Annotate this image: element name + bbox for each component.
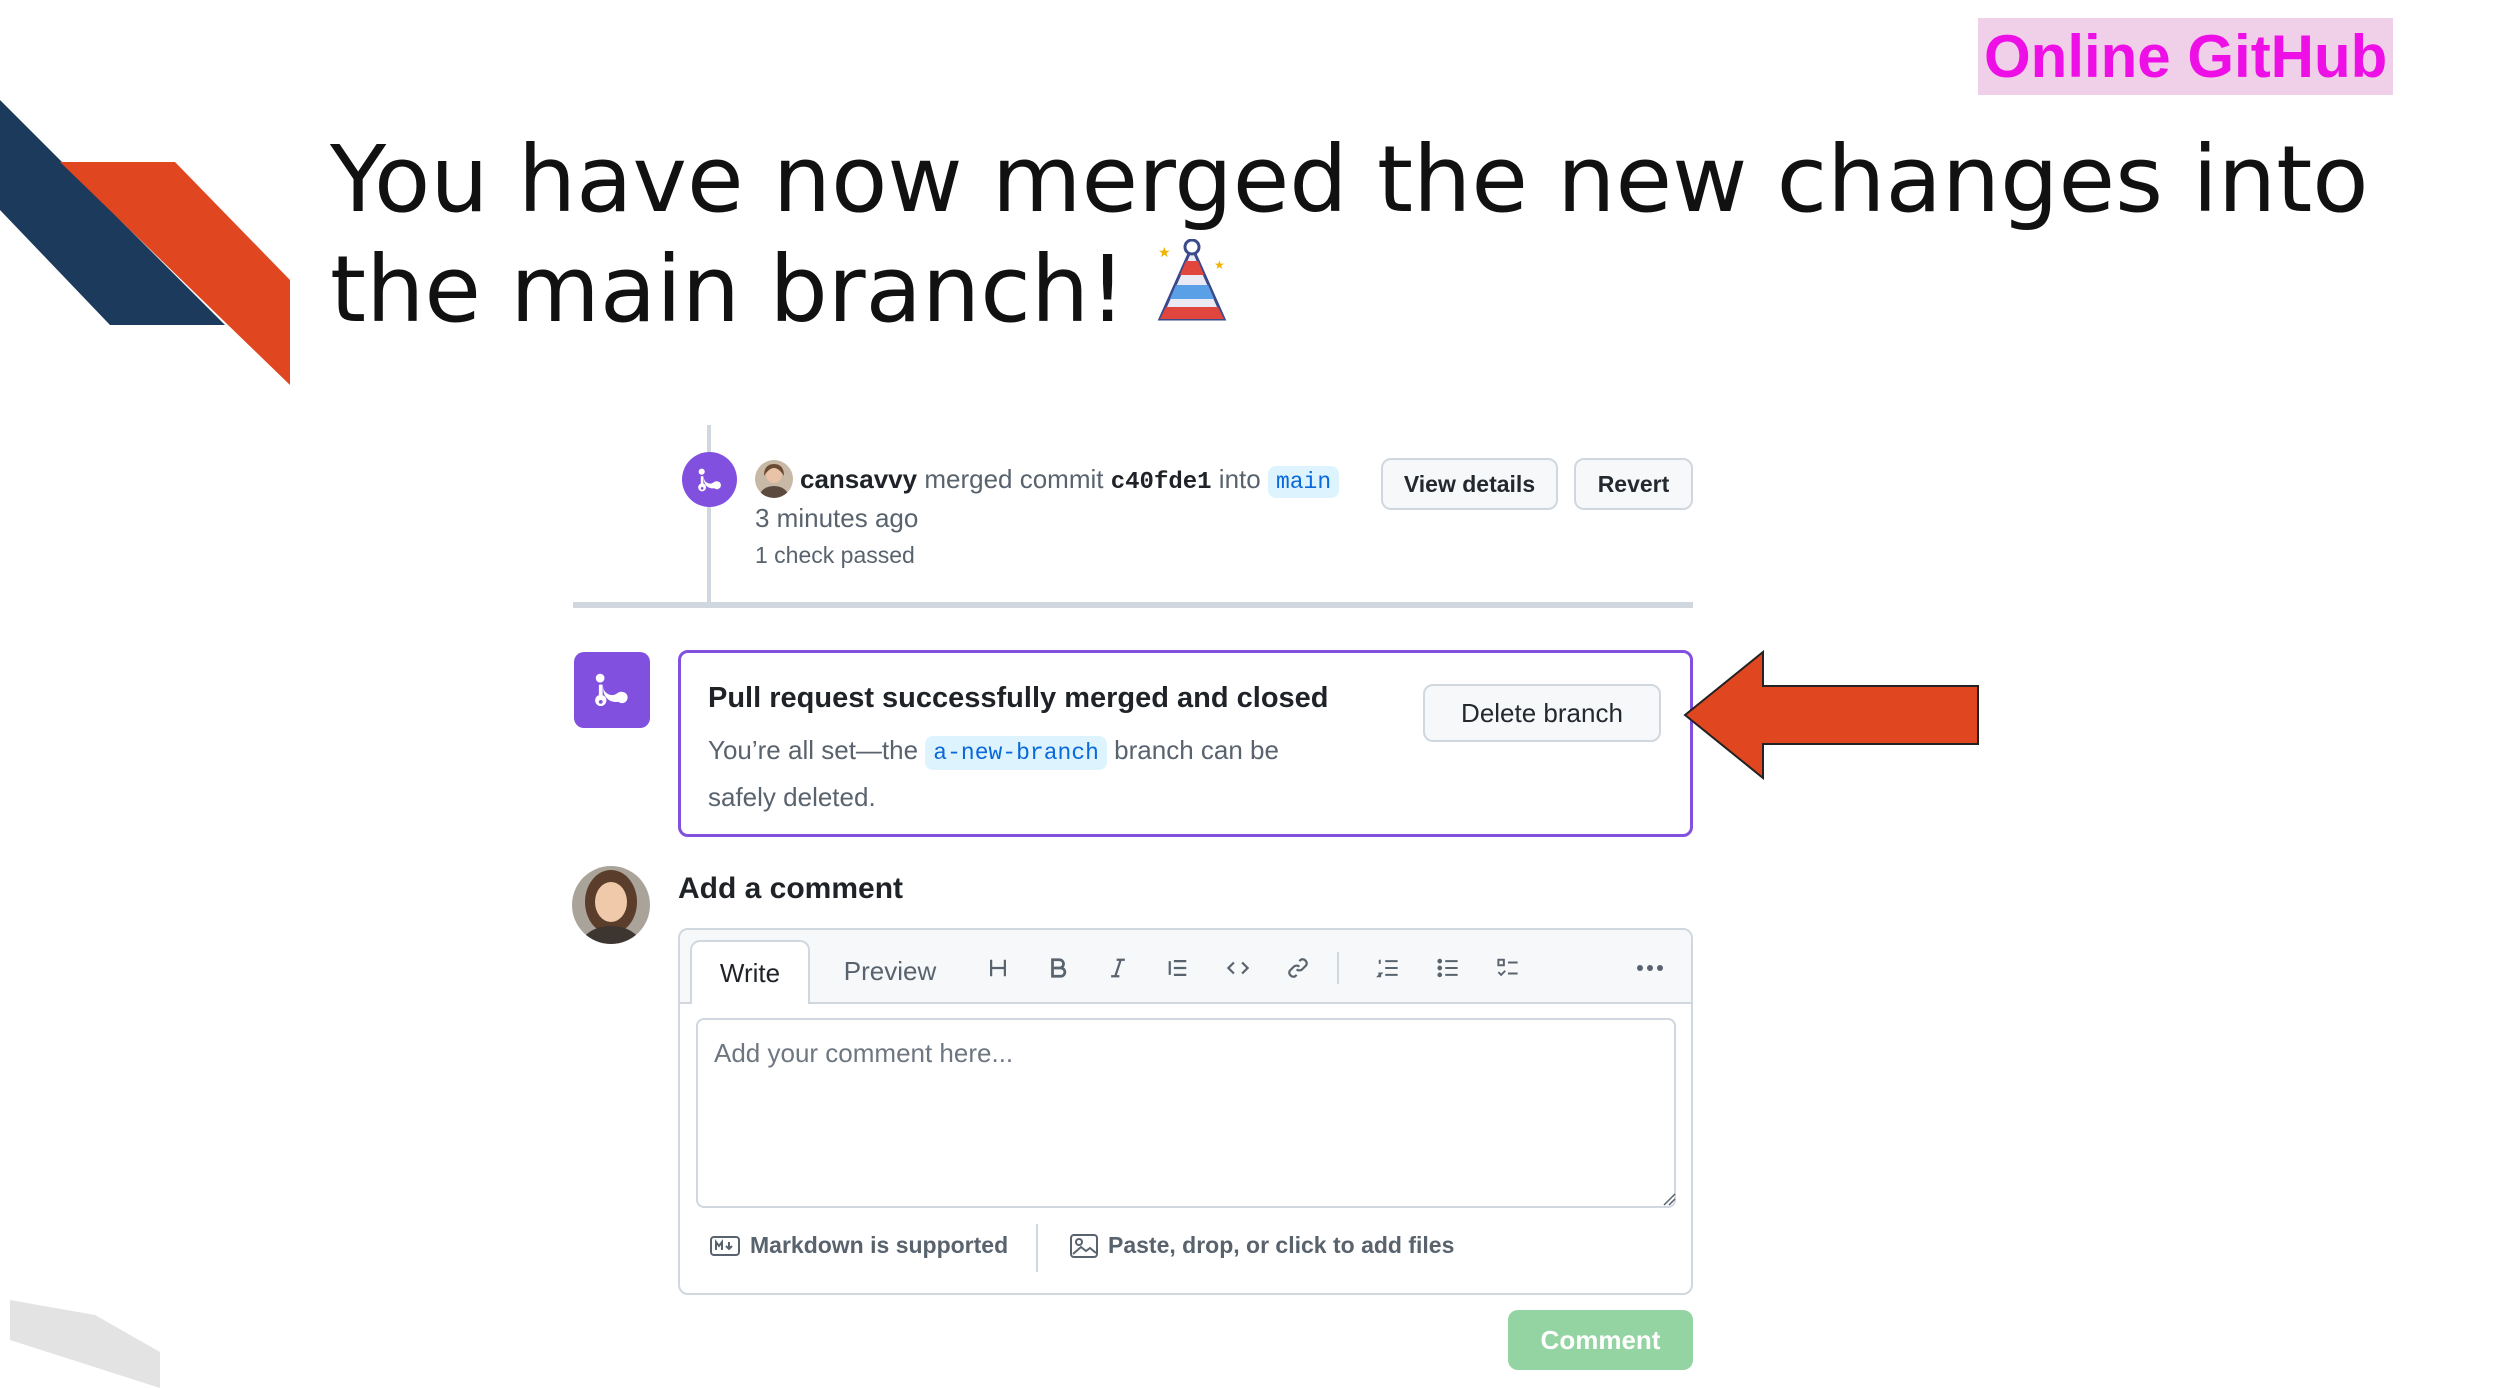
user-avatar[interactable]	[755, 460, 793, 498]
revert-button[interactable]: Revert	[1574, 458, 1693, 510]
view-details-button[interactable]: View details	[1381, 458, 1558, 510]
comment-submit-button[interactable]: Comment	[1508, 1310, 1693, 1370]
svg-text:★: ★	[1158, 245, 1171, 261]
pointer-arrow-icon	[1683, 650, 1979, 780]
add-comment-heading: Add a comment	[678, 872, 904, 905]
slide-decoration-stripes	[0, 100, 290, 385]
merge-time[interactable]: 3 minutes ago	[755, 503, 918, 534]
more-icon[interactable]	[1632, 950, 1668, 986]
tab-preview[interactable]: Preview	[830, 940, 950, 1002]
timeline-divider	[573, 602, 1693, 608]
markdown-note[interactable]: Markdown is supported	[710, 1232, 1008, 1259]
italic-icon[interactable]	[1100, 950, 1136, 986]
into-text: into	[1218, 464, 1261, 494]
target-branch-label[interactable]: main	[1267, 466, 1340, 498]
code-icon[interactable]	[1220, 950, 1256, 986]
source-branch-label[interactable]: a-new-branch	[925, 736, 1107, 770]
commit-sha-link[interactable]: c40fde1	[1111, 469, 1212, 496]
merge-event-text: cansavvy merged commit c40fde1 into main	[800, 460, 1340, 502]
bold-icon[interactable]	[1040, 950, 1076, 986]
slide-decoration-gray	[10, 1300, 160, 1388]
merge-icon	[682, 452, 737, 507]
merged-notice-title: Pull request successfully merged and clo…	[708, 682, 1329, 714]
heading-icon[interactable]	[980, 950, 1016, 986]
merged-status-icon	[574, 652, 650, 728]
quote-icon[interactable]	[1160, 950, 1196, 986]
resize-handle-icon[interactable]	[1662, 1192, 1676, 1206]
numbered-list-icon[interactable]	[1370, 950, 1406, 986]
link-icon[interactable]	[1280, 950, 1316, 986]
online-github-tag: Online GitHub	[1978, 18, 2394, 95]
slide-title: You have now merged the new changes into…	[330, 125, 2430, 353]
party-hat-icon: ★ ★	[1152, 238, 1232, 353]
attach-files[interactable]: Paste, drop, or click to add files	[1070, 1232, 1454, 1259]
image-icon	[1070, 1233, 1098, 1258]
merge-action: merged commit	[924, 464, 1104, 494]
comment-editor: Write Preview Add your comment here... M…	[678, 928, 1693, 1295]
merge-user-link[interactable]: cansavvy	[800, 464, 917, 494]
markdown-icon	[710, 1235, 740, 1256]
svg-text:★: ★	[1214, 258, 1225, 272]
toolbar-separator	[1337, 952, 1339, 984]
bullet-list-icon[interactable]	[1430, 950, 1466, 986]
task-list-icon[interactable]	[1490, 950, 1526, 986]
checks-status[interactable]: 1 check passed	[755, 542, 915, 569]
current-user-avatar[interactable]	[572, 866, 650, 944]
footer-separator	[1036, 1224, 1038, 1272]
merged-notice-description: You’re all set—the a-new-branch branch c…	[708, 735, 1279, 812]
delete-branch-button[interactable]: Delete branch	[1423, 684, 1661, 742]
comment-textarea[interactable]: Add your comment here...	[696, 1018, 1676, 1208]
tab-write[interactable]: Write	[690, 940, 810, 1004]
